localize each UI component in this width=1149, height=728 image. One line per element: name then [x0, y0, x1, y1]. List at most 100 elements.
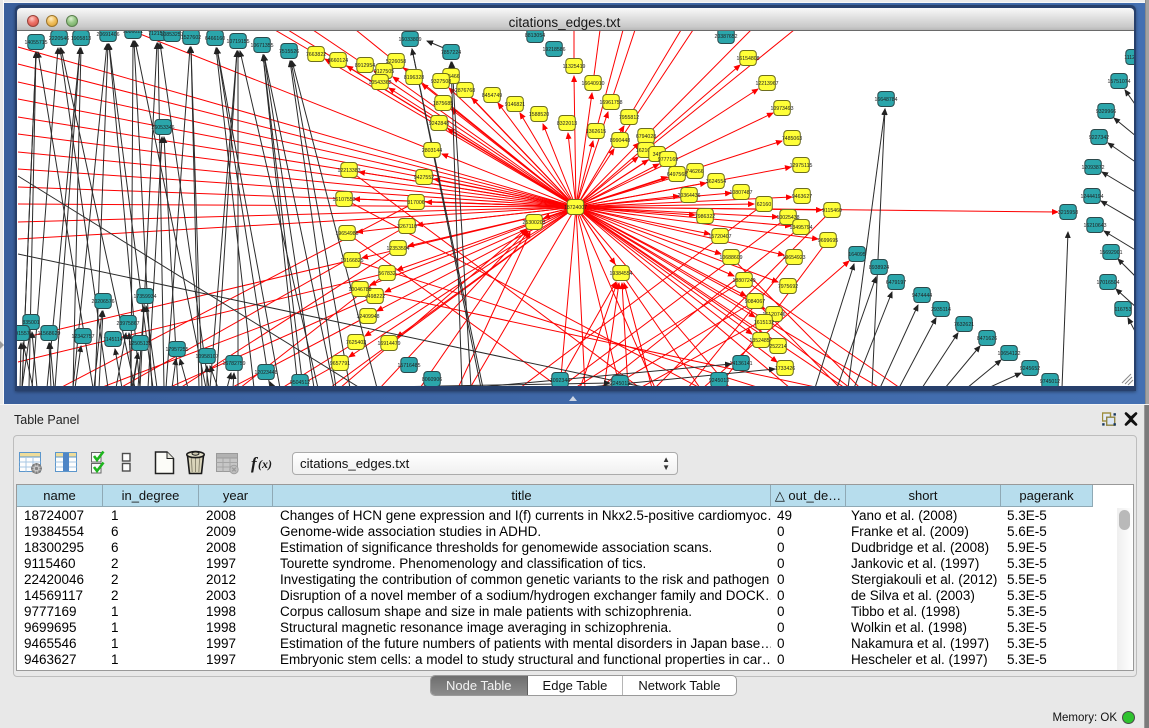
svg-text:7955812: 7955812 [619, 115, 639, 121]
svg-text:20206576: 20206576 [91, 299, 114, 305]
svg-text:9327508: 9327508 [431, 79, 451, 85]
svg-text:16033809: 16033809 [398, 37, 421, 43]
svg-text:19218586: 19218586 [542, 47, 565, 53]
svg-text:12353594: 12353594 [386, 246, 409, 252]
svg-text:7857224: 7857224 [441, 50, 461, 56]
svg-text:1733426: 1733426 [775, 366, 795, 372]
svg-text:7632621: 7632621 [954, 322, 974, 328]
svg-text:16961758: 16961758 [599, 100, 622, 106]
svg-text:10719155: 10719155 [226, 39, 249, 45]
svg-text:9463627: 9463627 [792, 194, 812, 200]
svg-text:8454749: 8454749 [482, 93, 502, 99]
svg-text:1905813: 1905813 [71, 36, 91, 42]
svg-text:3624554: 3624554 [706, 179, 726, 185]
svg-text:26053346: 26053346 [151, 125, 174, 131]
svg-text:8990448: 8990448 [610, 138, 630, 144]
svg-text:16640910: 16640910 [581, 81, 604, 87]
svg-text:15716485: 15716485 [397, 363, 420, 369]
svg-text:16154808: 16154808 [736, 56, 759, 62]
svg-text:2803144: 2803144 [422, 148, 442, 154]
svg-text:16648784: 16648784 [874, 97, 897, 103]
svg-text:9146821: 9146821 [505, 102, 525, 108]
svg-text:19654985: 19654985 [335, 231, 358, 237]
svg-text:8196328: 8196328 [404, 75, 424, 81]
svg-text:6466160: 6466160 [205, 36, 225, 42]
svg-text:8938924: 8938924 [869, 265, 889, 271]
svg-text:1145114: 1145114 [103, 337, 123, 343]
svg-text:7485063: 7485063 [782, 136, 802, 142]
svg-text:10046788: 10046788 [348, 287, 371, 293]
svg-text:10958107: 10958107 [195, 354, 218, 360]
svg-text:20691406: 20691406 [96, 32, 119, 38]
svg-text:10671355: 10671355 [250, 43, 273, 49]
svg-text:10973493: 10973493 [770, 106, 793, 112]
svg-text:9504512: 9504512 [290, 380, 310, 386]
svg-text:1875685: 1875685 [433, 101, 453, 107]
svg-text:252214: 252214 [769, 344, 786, 350]
svg-text:19166825: 19166825 [340, 258, 363, 264]
svg-text:2935114: 2935114 [931, 307, 951, 313]
svg-text:7663822: 7663822 [306, 52, 326, 58]
svg-text:12409948: 12409948 [356, 314, 379, 320]
svg-text:2220546: 2220546 [49, 36, 69, 42]
svg-text:12342757: 12342757 [71, 334, 94, 340]
svg-text:1615132: 1615132 [754, 320, 774, 326]
svg-text:1362615: 1362615 [586, 129, 606, 135]
svg-text:1112434: 1112434 [1124, 55, 1134, 61]
svg-text:12213967: 12213967 [755, 81, 778, 87]
svg-text:19384554: 19384554 [609, 271, 632, 277]
svg-text:1588520: 1588520 [529, 112, 549, 118]
svg-text:11325419: 11325419 [563, 64, 586, 70]
svg-text:17957255: 17957255 [165, 347, 188, 353]
svg-text:(x): (x) [258, 457, 272, 471]
svg-text:12023448: 12023448 [254, 370, 277, 376]
svg-text:16107553: 16107553 [332, 197, 355, 203]
svg-text:18724007: 18724007 [564, 205, 587, 211]
svg-text:7515526: 7515526 [279, 49, 299, 55]
svg-text:15692901: 15692901 [1099, 250, 1122, 256]
svg-text:3267110: 3267110 [397, 224, 417, 230]
svg-text:8322013: 8322013 [557, 121, 577, 127]
svg-text:3215958: 3215958 [1058, 210, 1078, 216]
svg-text:12975115: 12975115 [790, 163, 813, 169]
svg-text:7975692: 7975692 [778, 284, 798, 290]
svg-text:12093872: 12093872 [1081, 165, 1104, 171]
svg-text:10654122: 10654122 [997, 351, 1020, 357]
svg-text:991557: 991557 [17, 331, 30, 337]
svg-text:7625402: 7625402 [346, 340, 366, 346]
svg-text:10807487: 10807487 [729, 190, 752, 196]
svg-text:6479197: 6479197 [886, 280, 906, 286]
svg-text:12505135: 12505135 [128, 341, 151, 347]
svg-text:6794028: 6794028 [636, 134, 656, 140]
svg-text:9745012: 9745012 [1040, 379, 1060, 385]
svg-text:2245012: 2245012 [610, 381, 630, 386]
svg-text:10543362: 10543362 [368, 80, 391, 86]
svg-text:9777169: 9777169 [658, 157, 678, 163]
svg-text:11568629: 11568629 [38, 331, 61, 337]
svg-text:567832: 567832 [378, 271, 395, 277]
svg-text:9242848: 9242848 [429, 121, 449, 127]
svg-text:9227342: 9227342 [1089, 135, 1109, 141]
svg-text:23975867: 23975867 [116, 321, 139, 327]
svg-text:2876768: 2876768 [455, 88, 475, 94]
svg-text:746266: 746266 [686, 169, 703, 175]
svg-text:20364436: 20364436 [677, 193, 700, 199]
svg-text:15720407: 15720407 [708, 234, 731, 240]
svg-text:9084067: 9084067 [745, 299, 765, 305]
svg-text:13495794: 13495794 [789, 225, 812, 231]
svg-text:9427552: 9427552 [414, 175, 434, 181]
svg-text:16914479: 16914479 [377, 341, 400, 347]
svg-text:12444194: 12444194 [1080, 194, 1103, 200]
svg-text:8660124: 8660124 [328, 58, 348, 64]
svg-text:9115460: 9115460 [822, 208, 842, 214]
svg-text:9245013: 9245013 [709, 378, 729, 384]
svg-text:16210643: 16210643 [1083, 223, 1106, 229]
svg-text:19654923: 19654923 [782, 255, 805, 261]
svg-text:25300203: 25300203 [522, 220, 545, 226]
svg-text:16782759: 16782759 [222, 361, 245, 367]
svg-text:9657791: 9657791 [330, 361, 350, 367]
svg-text:116753: 116753 [1115, 307, 1132, 313]
svg-text:62160: 62160 [757, 202, 772, 208]
svg-text:1527602: 1527602 [181, 35, 201, 41]
svg-text:9886021: 9886021 [123, 31, 143, 35]
